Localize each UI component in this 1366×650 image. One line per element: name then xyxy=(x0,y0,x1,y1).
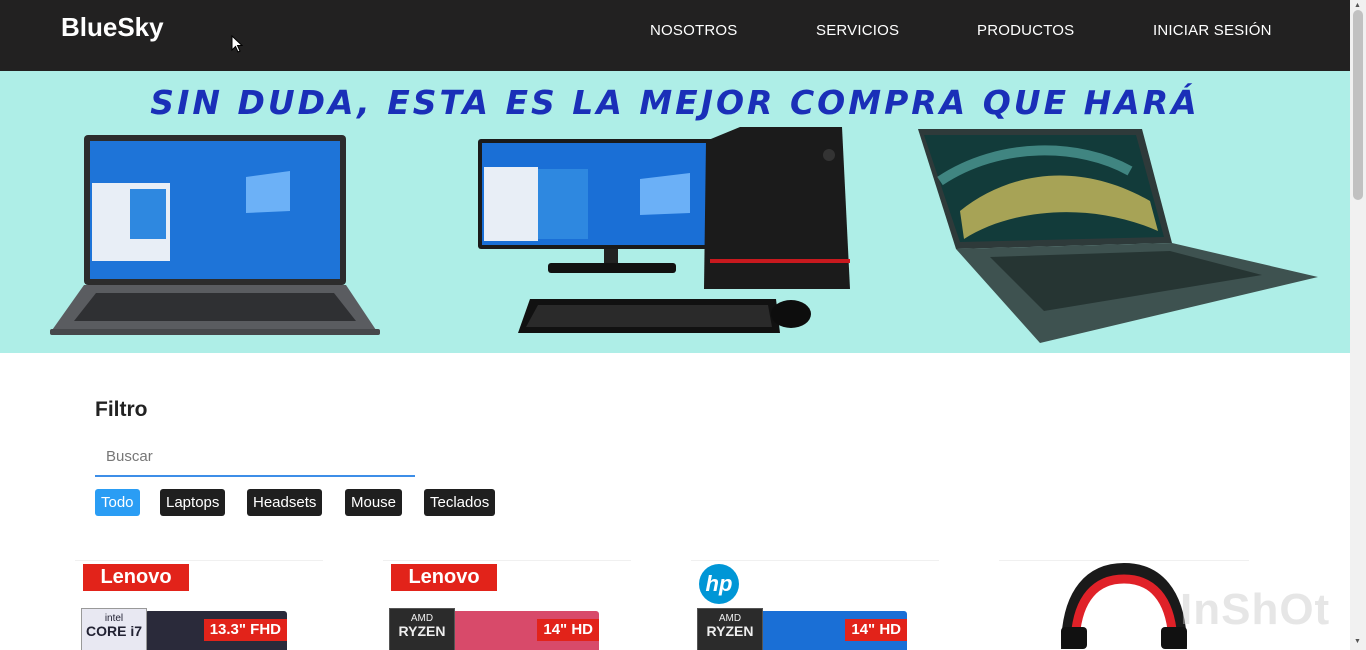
processor-badge: AMD RYZEN xyxy=(389,608,455,650)
processor-model: CORE i7 xyxy=(85,623,142,639)
chip-teclados[interactable]: Teclados xyxy=(424,489,496,516)
scroll-up-arrow-icon[interactable]: ▲ xyxy=(1354,2,1361,9)
product-card-3[interactable]: hp AMD RYZEN 14" HD xyxy=(691,560,939,650)
screen-size-tag: 14" HD xyxy=(537,619,599,641)
chip-mouse[interactable]: Mouse xyxy=(345,489,403,516)
laptop-left-image xyxy=(50,135,380,335)
lenovo-logo: Lenovo xyxy=(83,564,189,591)
processor-model: RYZEN xyxy=(706,623,754,639)
laptop-right-image xyxy=(918,129,1318,343)
lenovo-logo: Lenovo xyxy=(391,564,497,591)
chip-headsets[interactable]: Headsets xyxy=(247,489,323,516)
screen-size-tag: 13.3" FHD xyxy=(203,619,287,641)
nav-link-productos[interactable]: PRODUCTOS xyxy=(977,22,1074,39)
scroll-down-arrow-icon[interactable]: ▼ xyxy=(1354,638,1361,645)
processor-badge: intel CORE i7 xyxy=(81,608,147,650)
processor-badge: AMD RYZEN xyxy=(697,608,763,650)
scroll-thumb[interactable] xyxy=(1353,10,1363,200)
filter-title: Filtro xyxy=(95,398,148,421)
product-card-1[interactable]: Lenovo intel CORE i7 13.3" FHD xyxy=(75,560,323,650)
processor-model: RYZEN xyxy=(398,623,446,639)
nav-link-nosotros[interactable]: NOSOTROS xyxy=(650,22,737,39)
nav-link-iniciar-sesion[interactable]: INICIAR SESIÓN xyxy=(1153,22,1272,39)
page-scrollbar[interactable]: ▲ ▼ xyxy=(1350,0,1366,650)
desktop-computer-image xyxy=(478,127,850,333)
search-input[interactable] xyxy=(95,437,415,477)
hero-banner: SIN DUDA, ESTA ES LA MEJOR COMPRA QUE HA… xyxy=(0,71,1350,353)
hp-logo: hp xyxy=(699,564,739,604)
screen-size-tag: 14" HD xyxy=(845,619,907,641)
nav-link-servicios[interactable]: SERVICIOS xyxy=(816,22,899,39)
product-card-2[interactable]: Lenovo AMD RYZEN 14" HD xyxy=(383,560,631,650)
chip-todo[interactable]: Todo xyxy=(95,489,140,516)
chip-laptops[interactable]: Laptops xyxy=(160,489,226,516)
nav-links: NOSOTROS SERVICIOS PRODUCTOS INICIAR SES… xyxy=(0,22,1350,42)
banner-products-illustration xyxy=(50,127,1318,343)
page: BlueSky NOSOTROS SERVICIOS PRODUCTOS INI… xyxy=(0,0,1366,650)
navbar: BlueSky NOSOTROS SERVICIOS PRODUCTOS INI… xyxy=(0,0,1350,71)
video-watermark: InShOt xyxy=(1180,585,1331,634)
